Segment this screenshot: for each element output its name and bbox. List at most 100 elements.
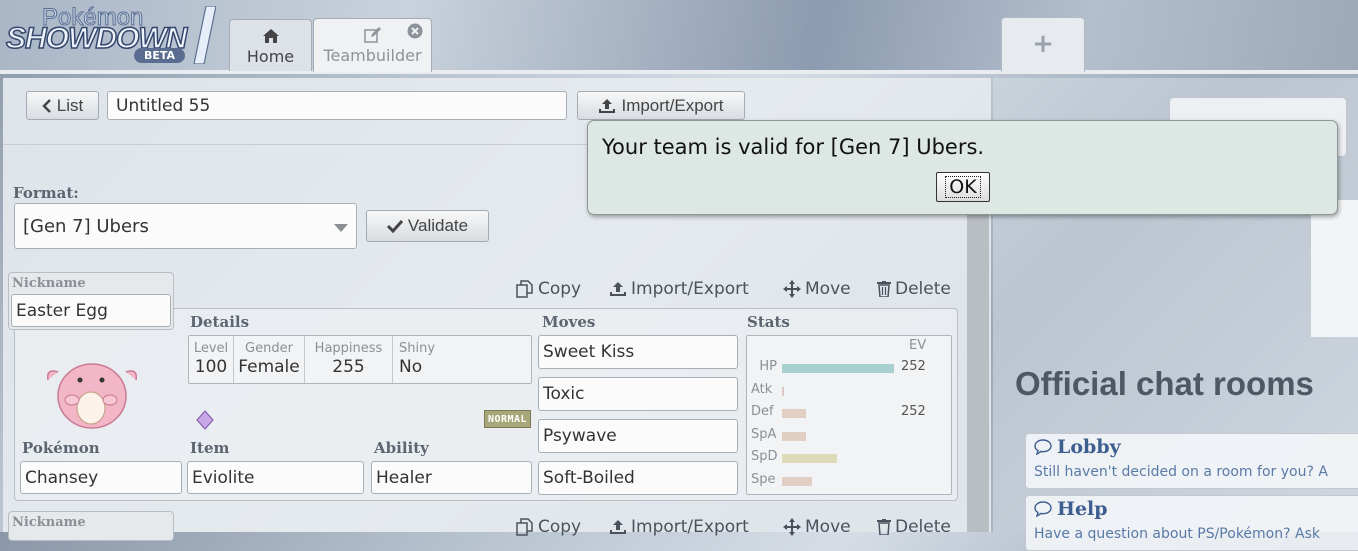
set-import-export-button-2[interactable]: Import/Export <box>609 517 749 537</box>
copy-button[interactable]: Copy <box>516 279 581 299</box>
tab-teambuilder-label: Teambuilder <box>323 46 422 65</box>
room-lobby-name: Lobby <box>1034 436 1121 458</box>
new-tab-button[interactable]: + <box>1001 17 1085 72</box>
chevron-down-icon <box>334 224 348 232</box>
details-box[interactable]: Level 100 Gender Female Happiness 255 Sh… <box>188 335 532 384</box>
detail-level: Level 100 <box>189 336 234 383</box>
upload-icon <box>610 282 626 296</box>
delete-button-2[interactable]: Delete <box>877 517 951 537</box>
move-icon <box>783 518 801 536</box>
move-3-input[interactable]: Psywave <box>538 419 738 453</box>
team-import-export-button[interactable]: Import/Export <box>577 91 745 120</box>
delete-label-2: Delete <box>895 517 951 537</box>
type-normal-badge: NORMAL <box>484 410 531 428</box>
delete-button[interactable]: Delete <box>877 279 951 299</box>
tab-home[interactable]: Home <box>229 19 312 71</box>
nickname-input[interactable]: Easter Egg <box>11 294 171 327</box>
detail-gender-value: Female <box>238 357 300 377</box>
team-import-export-label: Import/Export <box>621 95 724 115</box>
copy-label-2: Copy <box>538 517 582 537</box>
stat-bar <box>782 386 784 396</box>
room-help[interactable]: Help Have a question about PS/Pokémon? A… <box>1025 495 1358 551</box>
home-icon <box>262 29 279 43</box>
tab-home-label: Home <box>246 47 295 66</box>
stat-bar <box>782 431 806 441</box>
popup-ok-button[interactable]: OK <box>936 172 990 202</box>
back-to-list-label: List <box>56 95 84 115</box>
popup-message: Your team is valid for [Gen 7] Ubers. <box>602 135 985 159</box>
stats-box[interactable]: EV HP 252 Atk Def 252 SpA SpD Spe <box>746 335 952 495</box>
validate-button[interactable]: Validate <box>366 210 489 242</box>
move-button[interactable]: Move <box>783 279 851 299</box>
room-lobby[interactable]: Lobby Still haven't decided on a room fo… <box>1025 433 1358 489</box>
format-select[interactable]: [Gen 7] Ubers <box>14 203 357 249</box>
trash-icon <box>877 281 891 297</box>
move-icon <box>783 280 801 298</box>
official-rooms-title: Official chat rooms <box>1015 365 1314 402</box>
room-help-desc: Have a question about PS/Pokémon? Ask <box>1034 526 1320 542</box>
detail-happiness: Happiness 255 <box>305 336 393 383</box>
chansey-sprite <box>46 363 138 429</box>
back-to-list-button[interactable]: List <box>26 91 99 120</box>
copy-icon <box>516 518 533 536</box>
nickname-box: Nickname Easter Egg <box>8 272 174 330</box>
room-lobby-desc: Still haven't decided on a room for you?… <box>1034 464 1328 480</box>
detail-happiness-label: Happiness <box>314 341 383 356</box>
showdown-logo[interactable]: Pokémon SHOWDOWN BETA <box>5 2 224 66</box>
move-label: Move <box>805 279 851 299</box>
delete-label: Delete <box>895 279 951 299</box>
stat-row-spa: SpA <box>747 427 947 447</box>
edit-icon <box>363 27 381 43</box>
stat-row-atk: Atk <box>747 382 947 402</box>
copy-label: Copy <box>538 279 582 299</box>
stat-ev: 252 <box>901 359 926 374</box>
tab-teambuilder[interactable]: Teambuilder <box>313 18 432 72</box>
ability-input[interactable]: Healer <box>371 461 532 494</box>
stat-bar <box>782 409 806 419</box>
detail-shiny-label: Shiny <box>399 341 436 356</box>
pokemon-input[interactable]: Chansey <box>20 461 182 494</box>
stat-row-spe: Spe <box>747 472 947 492</box>
right-panel-strip <box>1311 200 1358 337</box>
move-button-2[interactable]: Move <box>783 517 851 537</box>
move-2-input[interactable]: Toxic <box>538 377 738 411</box>
item-input[interactable]: Eviolite <box>187 461 364 494</box>
copy-button-2[interactable]: Copy <box>516 517 581 537</box>
detail-happiness-value: 255 <box>332 357 365 377</box>
detail-gender: Gender Female <box>234 336 305 383</box>
close-icon[interactable] <box>407 23 423 39</box>
validate-label: Validate <box>407 216 469 235</box>
top-bar: Pokémon SHOWDOWN BETA Home Teambuilder + <box>0 0 1358 74</box>
nickname-box-2: Nickname <box>8 511 174 541</box>
moves-label: Moves <box>542 313 596 331</box>
stat-row-spd: SpD <box>747 449 947 469</box>
copy-icon <box>516 280 533 298</box>
move-1-input[interactable]: Sweet Kiss <box>538 335 738 369</box>
set-import-export-button[interactable]: Import/Export <box>609 279 749 299</box>
stat-ev: 252 <box>901 404 926 420</box>
validation-popup: Your team is valid for [Gen 7] Ubers. OK <box>587 120 1338 215</box>
team-name-input[interactable]: Untitled 55 <box>107 91 567 120</box>
stat-row-hp: HP 252 <box>747 359 947 379</box>
upload-icon <box>599 98 616 113</box>
pokemon-label: Pokémon <box>22 439 100 457</box>
stat-name: Def <box>751 404 774 420</box>
detail-shiny-value: No <box>399 357 423 377</box>
detail-shiny: Shiny No <box>393 336 443 383</box>
trash-icon <box>877 519 891 535</box>
set-import-export-label: Import/Export <box>631 279 749 299</box>
logo-slash-icon <box>193 6 216 64</box>
ability-label: Ability <box>374 439 429 457</box>
stat-bar <box>782 454 837 464</box>
room-help-label: Help <box>1057 498 1108 520</box>
format-label: Format: <box>13 184 79 202</box>
logo-beta-badge: BETA <box>134 48 186 63</box>
detail-level-label: Level <box>193 341 229 356</box>
chat-bubble-icon <box>1034 501 1052 517</box>
chat-bubble-icon <box>1034 439 1052 455</box>
stat-bar <box>782 364 894 373</box>
move-4-input[interactable]: Soft-Boiled <box>538 461 738 495</box>
eviolite-item-icon <box>196 410 214 430</box>
stat-name: SpA <box>751 426 777 442</box>
nickname-label-2: Nickname <box>12 515 86 530</box>
